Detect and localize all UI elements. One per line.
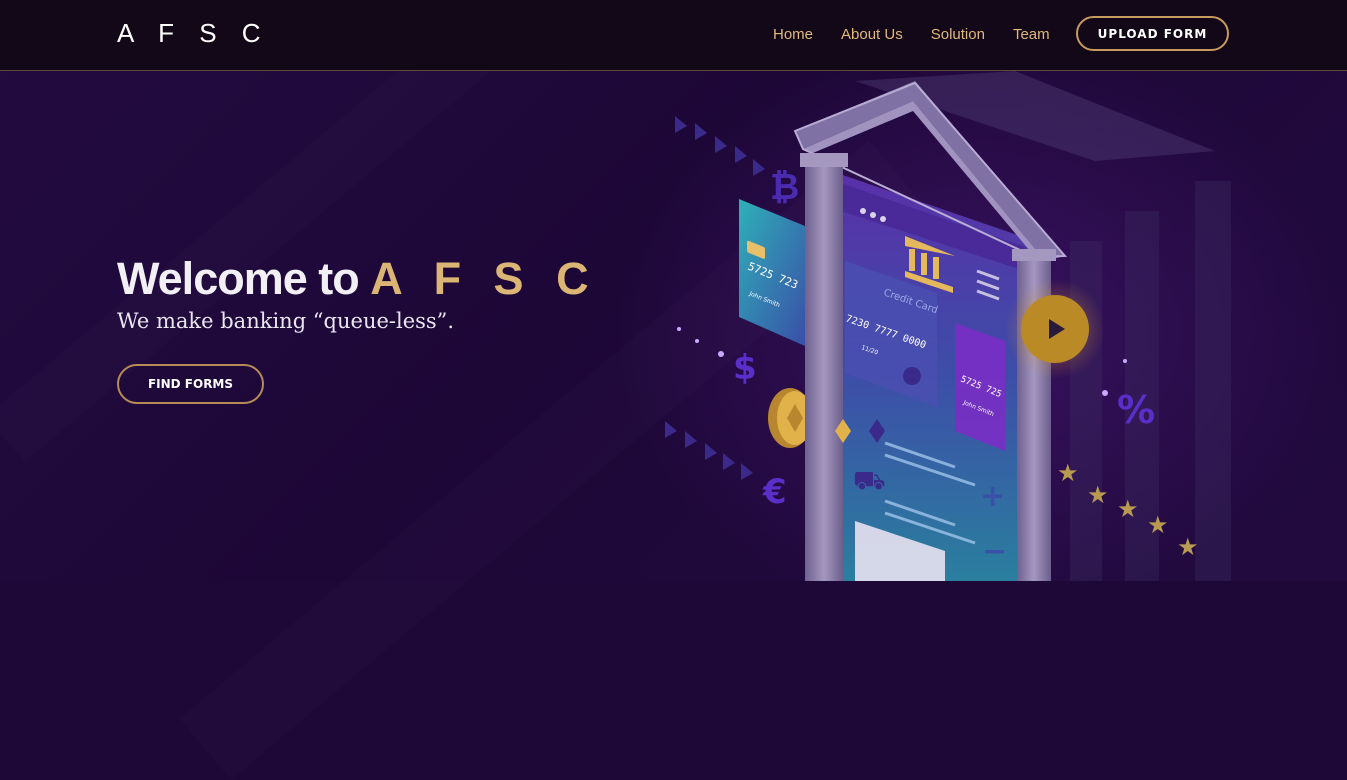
bitcoin-icon: ₿ [770,167,799,208]
play-video-button[interactable] [1005,279,1105,379]
hero-title: Welcome to A F S C [117,253,599,305]
arrow-decoration-top [675,116,765,176]
plus-icon: + [980,479,1005,514]
arrow-decoration-bottom [665,421,753,480]
nav-link-solution[interactable]: Solution [931,26,985,43]
find-forms-button[interactable]: FIND FORMS [117,364,264,404]
star-icon: ★ [1087,481,1109,509]
navbar: A F S C Home About Us Solution Team UPLO… [0,0,1347,71]
pillar-left [805,161,843,581]
hero-title-prefix: Welcome to [117,253,371,304]
pillar-left-capital [800,153,848,167]
star-icon: ★ [1177,533,1199,561]
floating-credit-card-left: 5725 723 John Smith [739,199,805,346]
cart-icon: ⛟ [853,466,886,496]
pillar-right-capital [1012,249,1056,261]
hero-title-brand: A F S C [370,253,599,304]
hero-subtitle: We make banking “queue-less”. [117,309,455,333]
star-icon: ★ [1057,459,1079,487]
nav-link-about-us[interactable]: About Us [841,26,903,43]
upload-form-button[interactable]: UPLOAD FORM [1076,16,1229,51]
nav-link-team[interactable]: Team [1013,26,1050,43]
star-icon: ★ [1117,495,1139,523]
nav-link-home[interactable]: Home [773,26,813,43]
bank-phone-illustration: ₿ $ € % 5725 723 John Smith Credit Card … [665,71,1231,581]
star-icon: ★ [1147,511,1169,539]
dollar-icon: $ [733,348,757,388]
logo[interactable]: A F S C [117,18,270,49]
nav-menu: Home About Us Solution Team [773,26,1078,43]
percent-icon: % [1117,388,1155,432]
phone-screen: Credit Card 7230 7777 0000 11/20 5725 72… [831,171,1035,581]
euro-icon: € [762,472,787,512]
minus-icon: − [982,534,1007,569]
